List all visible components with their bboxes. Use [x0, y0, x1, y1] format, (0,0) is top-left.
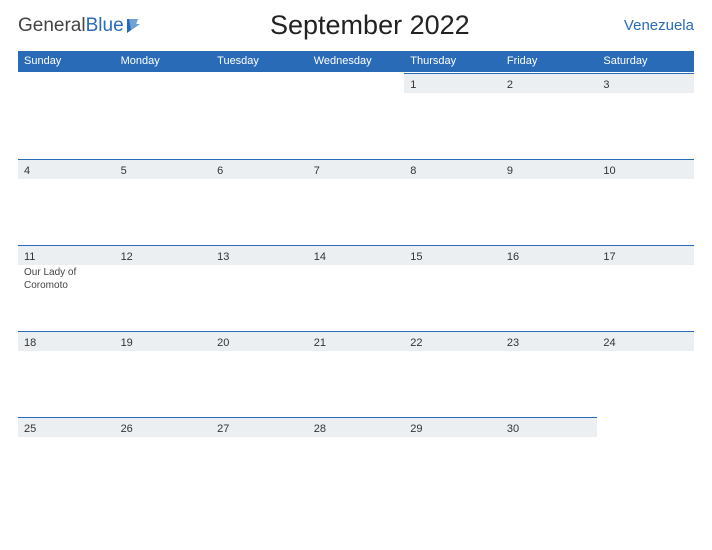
day-number: 15 — [404, 245, 501, 265]
day-number: 4 — [18, 159, 115, 179]
day-number: 5 — [115, 159, 212, 179]
calendar-cell: 27 — [211, 416, 308, 486]
day-number: 30 — [501, 417, 598, 437]
day-number: 27 — [211, 417, 308, 437]
calendar-cell: 14 — [308, 244, 405, 330]
day-number: 19 — [115, 331, 212, 351]
day-number — [308, 73, 405, 93]
calendar-cell: 28 — [308, 416, 405, 486]
logo-text-general: General — [18, 15, 86, 37]
calendar-cell: 18 — [18, 330, 115, 416]
calendar-cell-empty — [18, 72, 115, 158]
day-number: 10 — [597, 159, 694, 179]
calendar-cell: 1 — [404, 72, 501, 158]
calendar-cell: 16 — [501, 244, 598, 330]
calendar-cell: 2 — [501, 72, 598, 158]
day-number: 1 — [404, 73, 501, 93]
calendar-cell: 30 — [501, 416, 598, 486]
calendar-cell-empty — [597, 416, 694, 486]
day-number: 20 — [211, 331, 308, 351]
day-number: 11 — [18, 245, 115, 265]
calendar-cell: 23 — [501, 330, 598, 416]
calendar-cell-empty — [211, 72, 308, 158]
day-number: 12 — [115, 245, 212, 265]
calendar-cell: 11Our Lady of Coromoto — [18, 244, 115, 330]
calendar-cell-empty — [115, 72, 212, 158]
weekday-header-row: SundayMondayTuesdayWednesdayThursdayFrid… — [18, 51, 694, 72]
logo: GeneralBlue — [18, 15, 146, 37]
logo-text-blue: Blue — [86, 15, 124, 37]
weekday-header: Saturday — [597, 51, 694, 72]
weekday-header: Thursday — [404, 51, 501, 72]
calendar-cell: 15 — [404, 244, 501, 330]
calendar-cell: 10 — [597, 158, 694, 244]
weekday-header: Tuesday — [211, 51, 308, 72]
day-number: 13 — [211, 245, 308, 265]
day-number: 29 — [404, 417, 501, 437]
day-number: 14 — [308, 245, 405, 265]
calendar-cell: 5 — [115, 158, 212, 244]
day-number: 8 — [404, 159, 501, 179]
calendar-cell: 24 — [597, 330, 694, 416]
calendar-cell: 22 — [404, 330, 501, 416]
calendar-cell: 20 — [211, 330, 308, 416]
day-number: 23 — [501, 331, 598, 351]
day-number: 18 — [18, 331, 115, 351]
calendar-cell-empty — [308, 72, 405, 158]
day-number: 22 — [404, 331, 501, 351]
calendar-cell: 3 — [597, 72, 694, 158]
weekday-header: Wednesday — [308, 51, 405, 72]
day-number: 16 — [501, 245, 598, 265]
day-number: 26 — [115, 417, 212, 437]
day-number: 24 — [597, 331, 694, 351]
calendar-header: GeneralBlue September 2022 Venezuela — [18, 8, 694, 51]
day-number — [115, 73, 212, 93]
day-number — [211, 73, 308, 93]
country-label: Venezuela — [594, 17, 694, 34]
calendar-cell: 19 — [115, 330, 212, 416]
calendar-cell: 12 — [115, 244, 212, 330]
day-number: 17 — [597, 245, 694, 265]
calendar-cell: 25 — [18, 416, 115, 486]
calendar-cell: 4 — [18, 158, 115, 244]
day-number — [597, 417, 694, 437]
calendar-cell: 8 — [404, 158, 501, 244]
calendar-title: September 2022 — [146, 10, 594, 41]
calendar-cell: 6 — [211, 158, 308, 244]
calendar-grid: 1234567891011Our Lady of Coromoto1213141… — [18, 72, 694, 486]
day-number: 25 — [18, 417, 115, 437]
calendar-cell: 7 — [308, 158, 405, 244]
calendar-cell: 17 — [597, 244, 694, 330]
day-number: 7 — [308, 159, 405, 179]
day-number: 3 — [597, 73, 694, 93]
day-number — [18, 73, 115, 93]
calendar-cell: 21 — [308, 330, 405, 416]
calendar-cell: 29 — [404, 416, 501, 486]
calendar-cell: 13 — [211, 244, 308, 330]
day-number: 9 — [501, 159, 598, 179]
logo-flag-icon — [126, 17, 146, 35]
day-number: 28 — [308, 417, 405, 437]
day-number: 6 — [211, 159, 308, 179]
weekday-header: Sunday — [18, 51, 115, 72]
weekday-header: Monday — [115, 51, 212, 72]
weekday-header: Friday — [501, 51, 598, 72]
calendar-cell: 26 — [115, 416, 212, 486]
holiday-label: Our Lady of Coromoto — [18, 265, 115, 294]
calendar-cell: 9 — [501, 158, 598, 244]
day-number: 21 — [308, 331, 405, 351]
day-number: 2 — [501, 73, 598, 93]
